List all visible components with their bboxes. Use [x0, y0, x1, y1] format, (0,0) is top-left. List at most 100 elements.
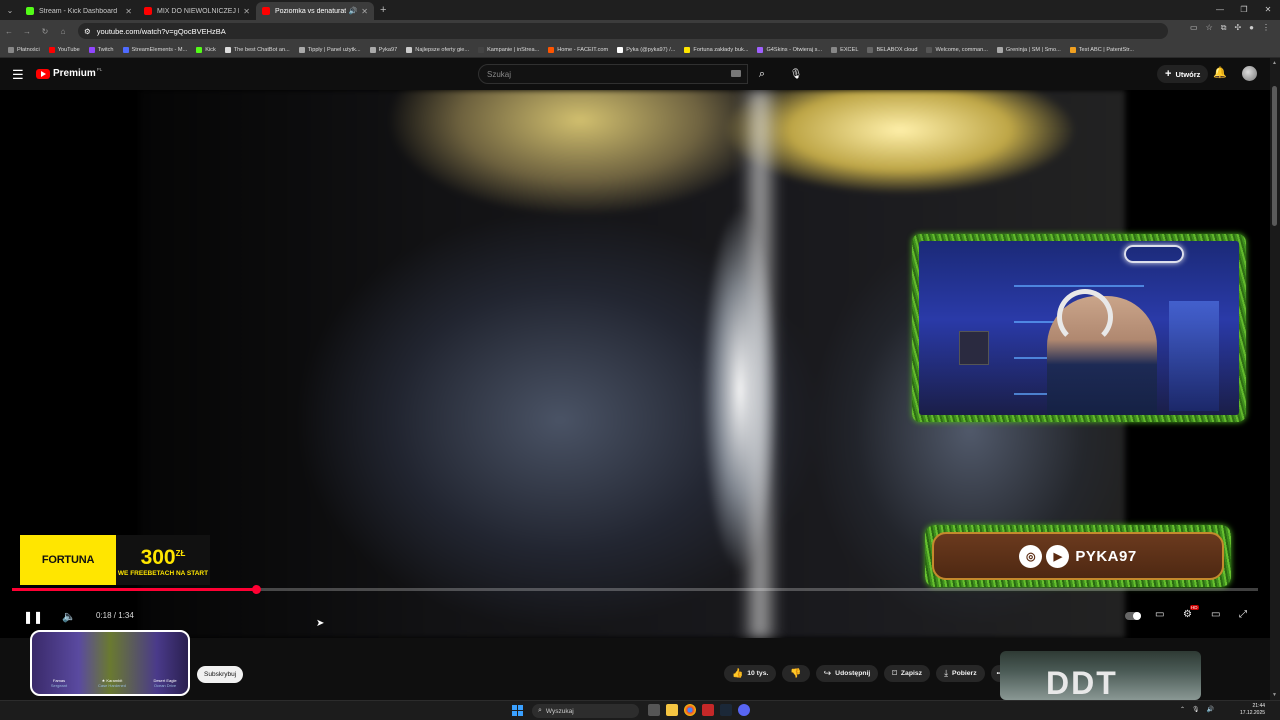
close-tab-icon[interactable]: ✕ [125, 7, 132, 16]
forward-icon[interactable]: → [18, 27, 36, 36]
avatar[interactable] [1242, 66, 1257, 81]
share-button[interactable]: ↪ Udostępnij [815, 665, 879, 682]
thumbs-down-icon: 👎 [790, 668, 802, 678]
home-icon[interactable]: ⌂ [54, 27, 72, 36]
bookmark-item[interactable]: Welcome, comman... [926, 46, 988, 53]
bookmark-item[interactable]: Pyka (@pyka97) /... [617, 46, 675, 53]
back-icon[interactable]: ← [0, 27, 18, 36]
bookmark-item[interactable]: Twitch [88, 46, 114, 53]
puzzle-icon[interactable]: ✣ [1234, 23, 1241, 33]
create-label: Utwórz [1175, 69, 1201, 79]
save-button[interactable]: ⌑ Zapisz [884, 665, 931, 682]
task-view-icon[interactable] [648, 704, 660, 716]
scrollbar-thumb[interactable] [1272, 86, 1277, 226]
bookmark-item[interactable]: Pyka97 [369, 46, 397, 53]
profile-icon[interactable]: ● [1249, 23, 1254, 33]
microphone-tray-icon[interactable]: 🎙 [1192, 706, 1200, 713]
close-tab-icon[interactable]: ✕ [361, 7, 368, 16]
bookmark-item[interactable]: G4Skins - Otwieraj s... [757, 46, 822, 53]
tab-title: Stream - Kick Dashboard [39, 7, 118, 15]
maximize-icon[interactable]: ❐ [1232, 0, 1256, 20]
settings-gear-icon[interactable]: ⚙ [1183, 609, 1192, 620]
scroll-up-icon[interactable]: ▲ [1272, 60, 1277, 66]
fullscreen-icon[interactable]: ⤢ [1239, 609, 1247, 620]
tab-search-icon[interactable]: ⌄ [0, 0, 20, 20]
tray-chevron-icon[interactable]: ⌃ [1180, 706, 1185, 713]
bookmark-label: YouTube [57, 46, 80, 53]
theater-mode-icon[interactable]: ▭ [1211, 609, 1220, 620]
scroll-down-icon[interactable]: ▼ [1272, 692, 1277, 698]
bookmark-item[interactable]: BELABOX cloud [867, 46, 917, 53]
search-icon[interactable]: ⌕ [748, 64, 776, 84]
extensions-icon[interactable]: ⧉ [1221, 23, 1227, 33]
new-tab-icon[interactable]: + [380, 4, 386, 16]
minimize-icon[interactable]: — [1208, 0, 1232, 20]
bookmark-item[interactable]: Test ABC | PatentStr... [1069, 46, 1134, 53]
bookmark-item[interactable]: Home - FACEIT.com [548, 46, 608, 53]
like-button[interactable]: 👍 10 tys. [724, 665, 777, 682]
dislike-button[interactable]: 👎 [782, 665, 810, 682]
steam-icon[interactable] [720, 704, 732, 716]
bookmark-item[interactable]: StreamElements - M... [122, 46, 187, 53]
microphone-icon[interactable]: 🎙 [786, 64, 806, 84]
bookmark-item[interactable]: YouTube [48, 46, 80, 53]
clock-time: 21:44 [1252, 703, 1266, 709]
reload-icon[interactable]: ↻ [36, 27, 54, 36]
address-bar[interactable]: ⚙ youtube.com/watch?v=gQocBVEHzBA [78, 23, 1168, 39]
menu-dots-icon[interactable]: ⋮ [1262, 23, 1270, 33]
browser-tab-active[interactable]: Poziomka vs denaturat - Yo 🔊 ✕ [256, 2, 374, 20]
cast-icon[interactable]: ▭ [1190, 23, 1198, 33]
skins-ad-thumbnail[interactable]: Famas Sergeant ★ Karambit Case Hardened De… [30, 630, 190, 696]
autoplay-toggle[interactable] [1125, 612, 1141, 620]
chrome-icon[interactable] [684, 704, 696, 716]
subscribe-button[interactable]: Subskrybuj [197, 666, 244, 683]
bookmark-item[interactable]: EXCEL [831, 46, 858, 53]
app-red-icon[interactable] [702, 704, 714, 716]
notifications-bell-icon[interactable]: 🔔 [1213, 66, 1227, 79]
keyboard-icon[interactable] [731, 70, 741, 77]
discord-icon[interactable] [738, 704, 750, 716]
download-button[interactable]: ⤓ Pobierz [936, 665, 985, 682]
bookmark-star-icon[interactable]: ☆ [1206, 23, 1213, 33]
windows-taskbar: ⌕ Wyszukaj ⌃ 🎙 🔊 21:44 17.12.2025 [0, 700, 1280, 720]
youtube-icon: ▶ [1046, 544, 1070, 568]
like-count: 10 tys. [747, 670, 769, 677]
mouse-cursor-icon: ➤ [316, 618, 325, 629]
bookmark-item[interactable]: Najlepsze oferty gie... [406, 46, 469, 53]
bookmark-item[interactable]: Kampanie | inStrea... [478, 46, 539, 53]
fortuna-ad-banner[interactable]: FORTUNA 300ZŁ WE FREEBETACH NA START [20, 535, 210, 585]
site-info-icon[interactable]: ⚙ [84, 27, 91, 36]
hamburger-menu-icon[interactable]: ☰ [12, 67, 24, 83]
bookmark-item[interactable]: The best ChatBot an... [224, 46, 290, 53]
windows-start-icon[interactable] [512, 705, 523, 716]
subtitles-icon[interactable]: ▭ [1155, 609, 1164, 620]
volume-icon[interactable]: 🔈 [62, 610, 76, 623]
bookmark-item[interactable]: Płatności [8, 46, 40, 53]
hd-badge: HD [1190, 605, 1199, 610]
youtube-masthead: ☰ Premium PL Szukaj ⌕ 🎙 + Utwórz 🔔 [0, 58, 1270, 90]
ad-item-sub: Sergeant [50, 683, 68, 688]
taskbar-clock[interactable]: 21:44 17.12.2025 [1240, 703, 1265, 717]
tab-audio-icon[interactable]: 🔊 [349, 7, 358, 15]
bookmark-item[interactable]: Fortuna zakłady buk... [684, 46, 748, 53]
taskbar-search-input[interactable]: ⌕ Wyszukaj [532, 704, 639, 718]
bookmark-label: Tipply | Panel użytk... [307, 46, 361, 53]
progress-bar[interactable] [12, 585, 1258, 594]
pause-icon[interactable]: ❚❚ [23, 610, 43, 624]
file-explorer-icon[interactable] [666, 704, 678, 716]
browser-tab-kick[interactable]: Stream - Kick Dashboard ✕ [20, 2, 138, 20]
recommended-video-thumbnail[interactable]: DDT [1000, 651, 1201, 700]
search-input[interactable]: Szukaj [478, 64, 748, 84]
bookmark-item[interactable]: Tipply | Panel użytk... [298, 46, 361, 53]
create-button[interactable]: + Utwórz [1157, 65, 1209, 83]
page-scrollbar[interactable]: ▲ ▼ [1270, 58, 1280, 700]
bookmark-item[interactable]: Greninja | SM | Smo... [996, 46, 1061, 53]
bookmark-label: Kick [205, 46, 216, 53]
close-window-icon[interactable]: ✕ [1256, 0, 1280, 20]
close-tab-icon[interactable]: ✕ [243, 7, 250, 16]
bookmark-item[interactable]: Kick [196, 46, 216, 53]
browser-tab-mix[interactable]: MIX DO NIEWOLNICZEJ PRACY ✕ [138, 2, 256, 20]
video-player[interactable]: ◎ ▶ PYKA97 FORTUNA 300ZŁ WE FREEBETACH N… [0, 90, 1270, 638]
youtube-premium-logo[interactable]: Premium PL [36, 67, 102, 79]
speaker-tray-icon[interactable]: 🔊 [1207, 706, 1214, 713]
